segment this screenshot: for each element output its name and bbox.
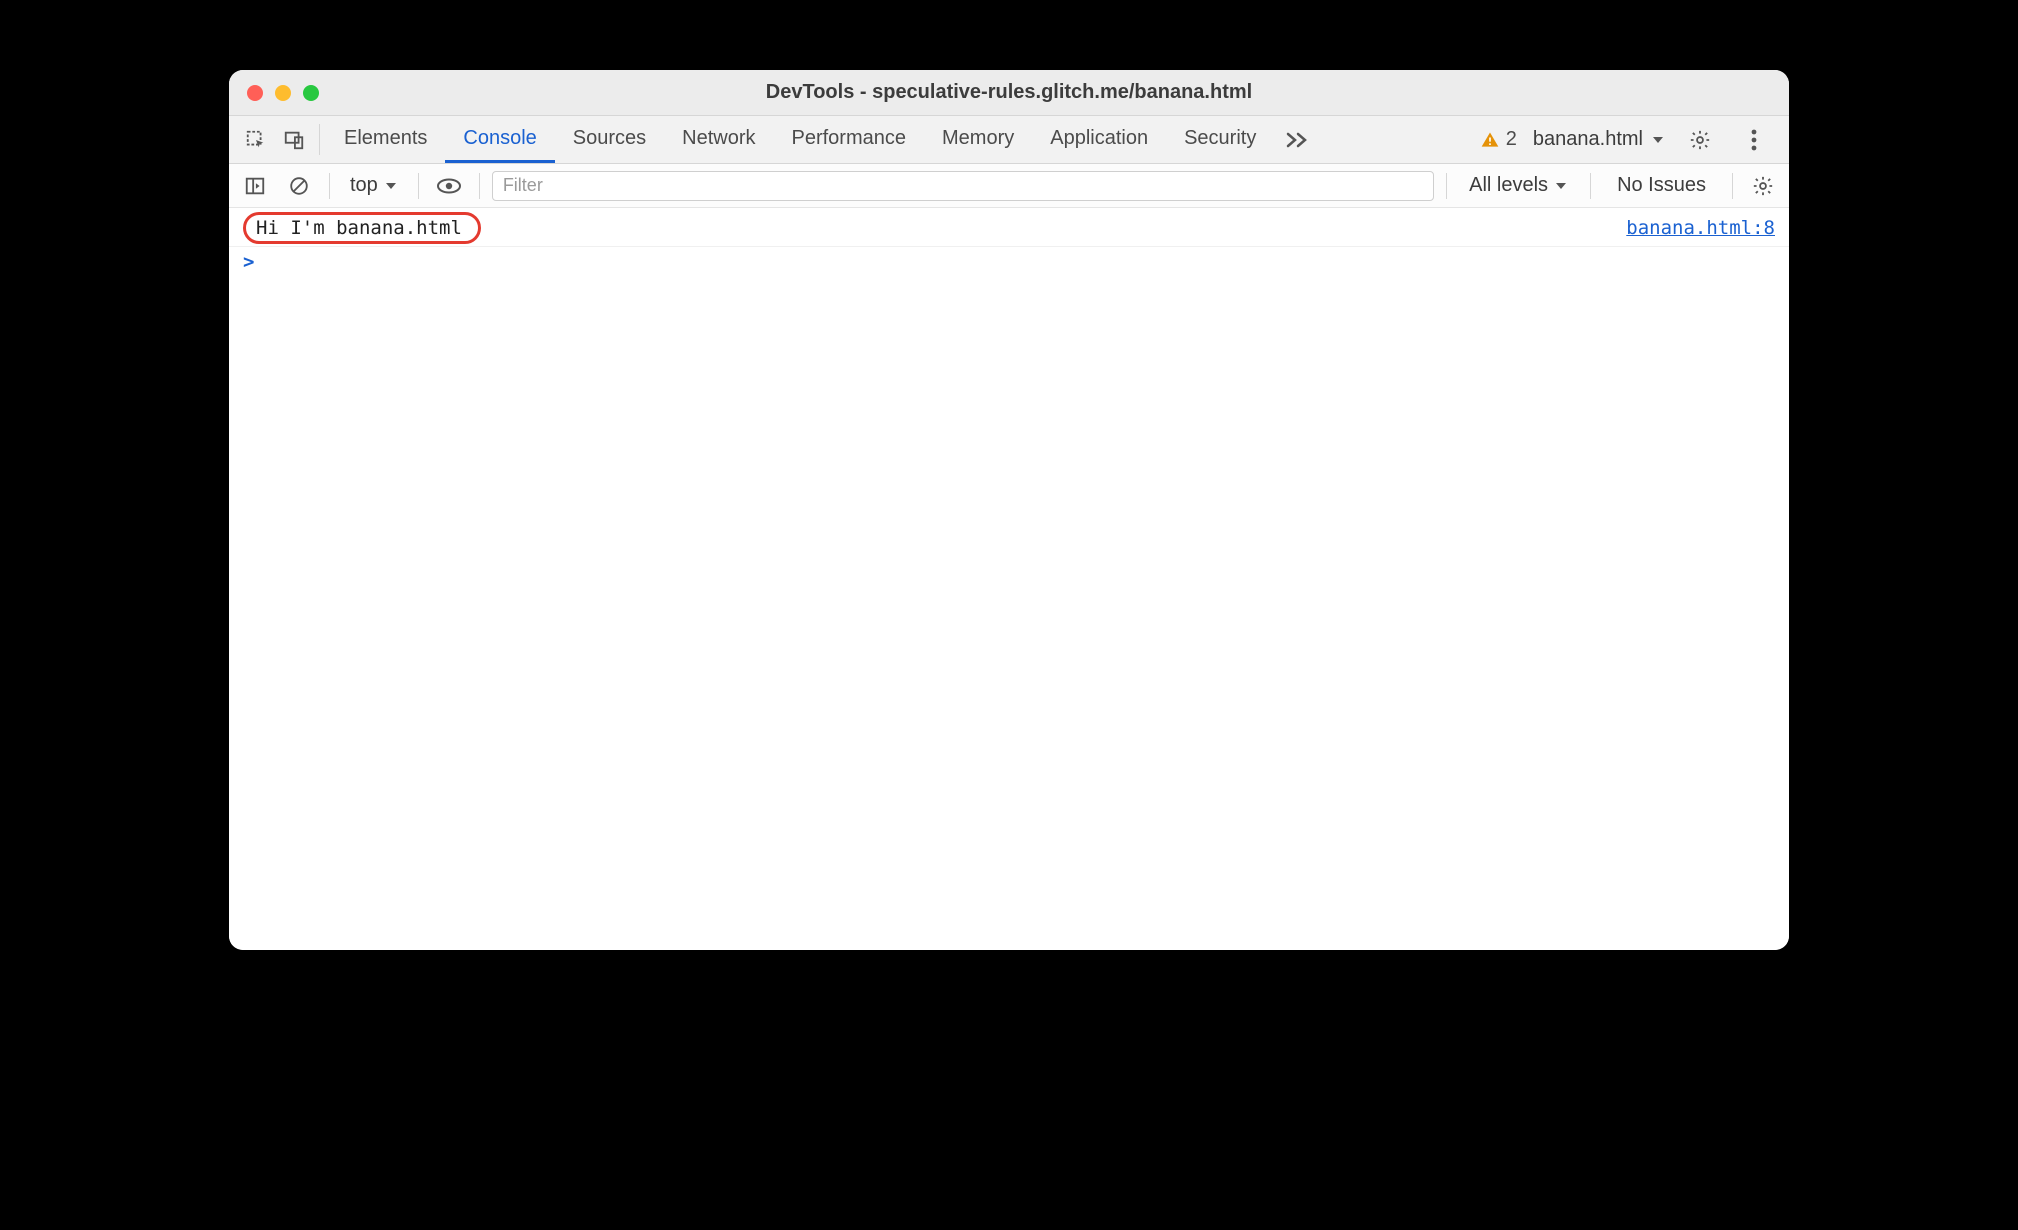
minimize-icon[interactable] (275, 85, 291, 101)
warnings-badge[interactable]: 2 (1480, 128, 1517, 151)
tab-console[interactable]: Console (445, 116, 554, 163)
more-tabs-icon[interactable] (1274, 116, 1320, 163)
console-filterbar: top All levels No Issues (229, 164, 1789, 208)
console-body: Hi I'm banana.html banana.html:8 > (229, 208, 1789, 950)
tab-security[interactable]: Security (1166, 116, 1274, 163)
devtools-tabsbar: Elements Console Sources Network Perform… (229, 116, 1789, 164)
maximize-icon[interactable] (303, 85, 319, 101)
tab-elements[interactable]: Elements (326, 116, 445, 163)
tab-performance[interactable]: Performance (774, 116, 925, 163)
chevron-down-icon (1651, 133, 1665, 147)
chevron-down-icon (1554, 179, 1568, 193)
tab-label: Memory (942, 127, 1014, 150)
right-toolbar: 2 banana.html (1480, 116, 1781, 163)
prompt-caret-icon: > (243, 251, 254, 273)
divider (1590, 173, 1591, 199)
titlebar: DevTools - speculative-rules.glitch.me/b… (229, 70, 1789, 116)
tab-label: Security (1184, 127, 1256, 150)
console-log-row[interactable]: Hi I'm banana.html banana.html:8 (229, 208, 1789, 247)
panel-tabs: Elements Console Sources Network Perform… (326, 116, 1274, 163)
tab-label: Performance (792, 127, 907, 150)
close-icon[interactable] (247, 85, 263, 101)
tab-label: Network (682, 127, 755, 150)
issues-label: No Issues (1617, 174, 1706, 196)
divider (479, 173, 480, 199)
tab-application[interactable]: Application (1032, 116, 1166, 163)
context-label: top (350, 174, 378, 197)
context-select[interactable]: top (342, 174, 406, 197)
window-title: DevTools - speculative-rules.glitch.me/b… (766, 81, 1252, 104)
tab-label: Elements (344, 127, 427, 150)
settings-icon[interactable] (1681, 129, 1719, 151)
tab-label: Application (1050, 127, 1148, 150)
kebab-menu-icon[interactable] (1735, 129, 1773, 151)
divider (1446, 173, 1447, 199)
chevron-down-icon (384, 179, 398, 193)
devtools-window: DevTools - speculative-rules.glitch.me/b… (229, 70, 1789, 950)
tab-label: Console (463, 127, 536, 150)
traffic-lights (229, 85, 319, 101)
log-levels-select[interactable]: All levels (1459, 174, 1578, 197)
warning-icon (1480, 130, 1500, 150)
frame-chooser[interactable]: banana.html (1533, 128, 1665, 151)
divider (319, 124, 320, 155)
divider (418, 173, 419, 199)
inspect-element-icon[interactable] (237, 116, 275, 163)
tab-network[interactable]: Network (664, 116, 773, 163)
live-expression-icon[interactable] (431, 168, 467, 204)
console-settings-icon[interactable] (1745, 168, 1781, 204)
clear-console-icon[interactable] (281, 168, 317, 204)
issues-button[interactable]: No Issues (1603, 174, 1720, 197)
toggle-sidebar-icon[interactable] (237, 168, 273, 204)
tab-memory[interactable]: Memory (924, 116, 1032, 163)
levels-label: All levels (1469, 174, 1548, 197)
tab-label: Sources (573, 127, 646, 150)
warning-count: 2 (1506, 128, 1517, 151)
console-log-message: Hi I'm banana.html (243, 212, 481, 244)
divider (1732, 173, 1733, 199)
device-toolbar-icon[interactable] (275, 116, 313, 163)
frame-label: banana.html (1533, 128, 1643, 151)
highlighted-log-text: Hi I'm banana.html (243, 212, 481, 244)
tab-sources[interactable]: Sources (555, 116, 664, 163)
filter-input[interactable] (492, 171, 1434, 201)
console-prompt-row[interactable]: > (229, 247, 1789, 277)
divider (329, 173, 330, 199)
console-log-source-link[interactable]: banana.html:8 (1626, 217, 1775, 239)
